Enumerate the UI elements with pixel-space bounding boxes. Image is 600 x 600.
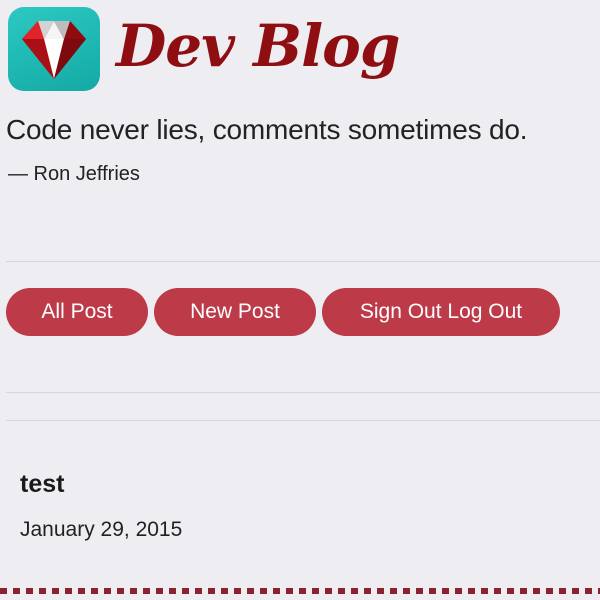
quote-attribution: — Ron Jeffries	[8, 163, 140, 185]
divider	[6, 261, 600, 262]
new-post-button[interactable]: New Post	[154, 288, 316, 336]
site-header: Dev Blog	[8, 6, 400, 92]
sign-out-button[interactable]: Sign Out Log Out	[322, 288, 560, 336]
post-date: January 29, 2015	[20, 518, 183, 541]
nav-bar: All Post New Post Sign Out Log Out	[6, 288, 560, 336]
post-title-link[interactable]: test	[20, 470, 64, 499]
divider	[6, 420, 600, 421]
all-post-button[interactable]: All Post	[6, 288, 148, 336]
ruby-gem-icon[interactable]	[8, 7, 100, 91]
dashed-divider	[0, 588, 600, 594]
quote-text: Code never lies, comments sometimes do.	[6, 114, 528, 145]
divider	[6, 392, 600, 393]
site-title[interactable]: Dev Blog	[116, 17, 400, 75]
